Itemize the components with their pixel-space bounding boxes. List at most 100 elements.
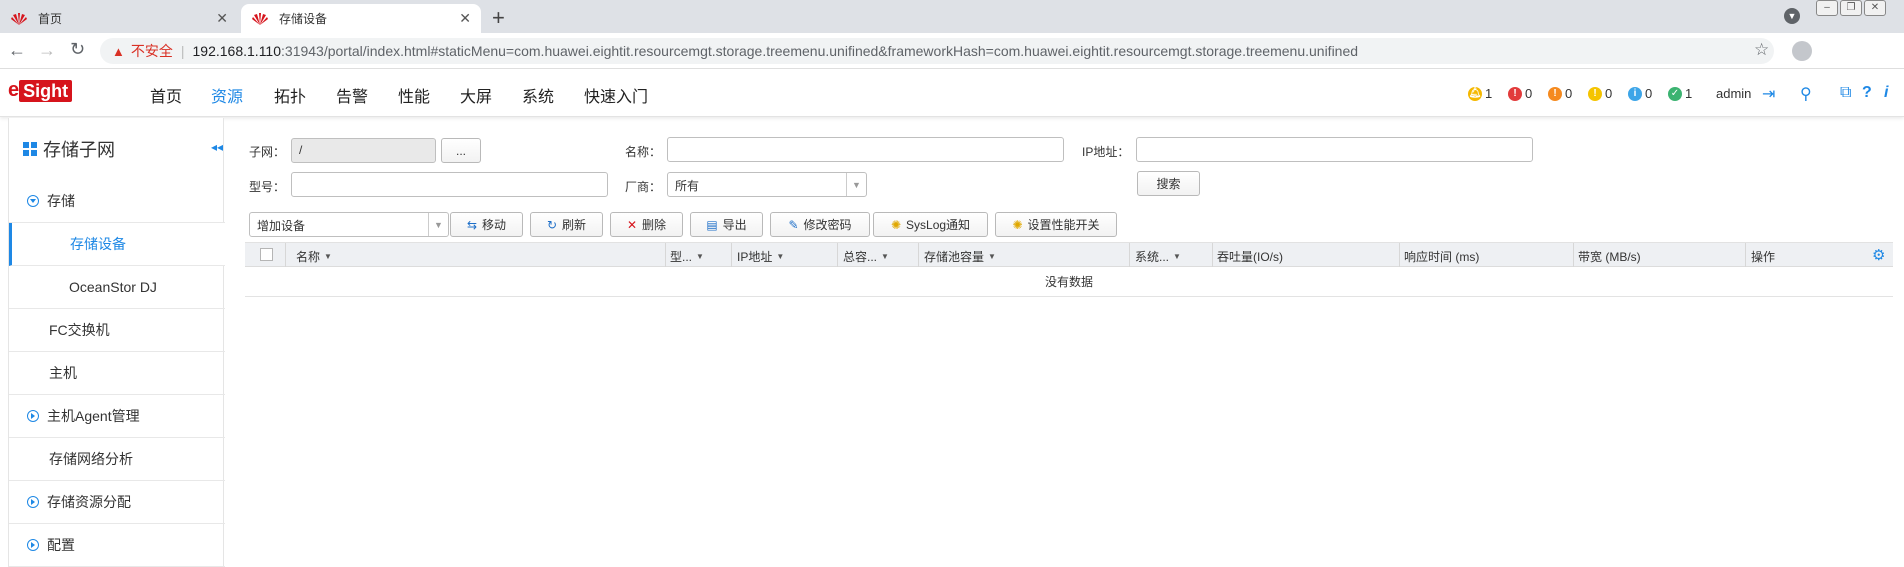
new-tab-button[interactable]: + [492,5,505,31]
refresh-button[interactable]: ↻ 刷新 [530,212,603,237]
alarm-critical[interactable]: ! 0 [1508,86,1532,101]
menu-alarm[interactable]: 告警 [336,83,368,107]
about-icon[interactable]: i [1884,84,1888,102]
sidebar-item-host[interactable]: 主机 [9,352,225,395]
model-input[interactable] [291,172,608,197]
change-password-button[interactable]: ✎ 修改密码 [770,212,870,237]
col-label: 带宽 (MB/s) [1578,250,1641,264]
sidebar-item-label: 存储 [47,193,75,209]
col-pool-capacity[interactable]: 存储池容量 ▼ [924,248,996,265]
ok-icon: ✓ [1668,86,1682,101]
sidebar-item-label: 主机 [49,365,77,381]
search-icon[interactable]: ⚲ [1800,84,1812,104]
move-icon: ⇆ [466,217,478,232]
huawei-logo-icon [11,12,27,25]
menu-performance[interactable]: 性能 [398,83,430,107]
search-button[interactable]: 搜索 [1137,171,1200,196]
alarm-ok[interactable]: ✓ 1 [1668,86,1692,101]
vendor-label: 厂商： [625,180,662,194]
warning-icon[interactable]: ▲ [112,44,125,59]
menu-bigscreen[interactable]: 大屏 [460,83,492,107]
syslog-button[interactable]: ✺ SysLog通知 [873,212,988,237]
close-tab-icon[interactable]: ✕ [216,10,228,27]
bell-icon: 🔔︎ [1468,86,1482,101]
sidebar-item-config[interactable]: 配置 [9,524,225,567]
profile-avatar-icon[interactable] [1792,41,1812,61]
logout-icon[interactable]: ⇥ [1762,84,1775,104]
sort-icon: ▼ [776,252,785,261]
user-name[interactable]: admin [1716,86,1751,101]
url-path: :31943/portal/index.html#staticMenu=com.… [281,43,1359,59]
sitemap-icon[interactable]: ⧉ [1840,84,1851,102]
move-button[interactable]: ⇆ 移动 [450,212,523,237]
back-icon[interactable]: ← [8,40,26,61]
reload-icon[interactable]: ↻ [70,39,85,60]
sidebar-item-label: 配置 [47,537,75,553]
sidebar-item-oceanstor-dj[interactable]: OceanStor DJ [9,266,225,309]
restore-button[interactable]: ❐ [1840,0,1862,16]
sidebar-item-network-analysis[interactable]: 存储网络分析 [9,438,225,481]
menu-resource[interactable]: 资源 [211,83,243,107]
select-all-checkbox[interactable] [260,248,273,261]
sort-icon: ▼ [1173,252,1181,261]
col-label: 操作 [1751,250,1776,264]
sidebar-item-fc-switch[interactable]: FC交换机 [9,309,225,352]
col-name[interactable]: 名称 ▼ [296,248,332,265]
help-icon[interactable]: ? [1862,84,1872,102]
device-table-header: 名称 ▼ 型... ▼ IP地址 ▼ 总容... ▼ 存储池容量 ▼ 系统... ▼ 吞吐量… [245,242,1893,267]
sort-icon: ▼ [324,252,332,261]
collapse-sidebar-icon[interactable]: ◂◂ [211,140,223,154]
collapsed-icon [27,539,39,551]
name-input[interactable] [667,137,1064,162]
ip-input[interactable] [1136,137,1533,162]
alarm-major[interactable]: ! 0 [1548,86,1572,101]
close-window-button[interactable]: ✕ [1864,0,1886,16]
column-settings-icon[interactable]: ⚙ [1872,246,1885,264]
collapsed-icon [27,410,39,422]
sidebar-item-host-agent[interactable]: 主机Agent管理 [9,395,225,438]
menu-quickstart[interactable]: 快速入门 [584,83,648,107]
sidebar-item-storage-device[interactable]: 存储设备 [9,223,225,266]
col-total-capacity[interactable]: 总容... ▼ [843,248,889,265]
add-device-select[interactable]: 增加设备 ▼ [249,212,449,237]
esight-logo[interactable]: e Sight [8,79,73,102]
minimize-button[interactable]: – [1816,0,1838,16]
menu-topology[interactable]: 拓扑 [274,83,306,107]
col-bandwidth[interactable]: 带宽 (MB/s) [1578,248,1641,265]
tab-search-icon[interactable]: ▼ [1784,8,1800,24]
browse-subnet-button[interactable]: ... [441,138,481,163]
browser-tab-home[interactable]: 首页 ✕ [0,4,238,33]
vendor-select[interactable]: 所有 ▼ [667,172,867,197]
address-bar[interactable]: ▲ 不安全 | 192.168.1.110:31943/portal/index… [100,38,1774,64]
alarm-bell[interactable]: 🔔︎ 1 [1468,86,1492,101]
name-label: 名称： [625,145,662,159]
perf-switch-button[interactable]: ✺ 设置性能开关 [995,212,1117,237]
export-button[interactable]: ▤ 导出 [690,212,763,237]
collapsed-icon [27,496,39,508]
col-throughput[interactable]: 吞吐量(IO/s) [1217,248,1283,265]
ip-label: IP地址： [1082,145,1130,159]
col-response-time[interactable]: 响应时间 (ms) [1404,248,1479,265]
forward-icon[interactable]: → [38,40,56,61]
sidebar-item-label: 主机Agent管理 [47,408,140,424]
browser-tab-storage[interactable]: 存储设备 ✕ [241,4,481,33]
alarm-minor[interactable]: ! 0 [1588,86,1612,101]
sidebar-item-resource-allocation[interactable]: 存储资源分配 [9,481,225,524]
sidebar-item-storage[interactable]: 存储 [9,180,225,223]
vendor-value: 所有 [675,179,700,193]
sidebar-item-label: 存储设备 [70,236,126,252]
alarm-count: 0 [1565,86,1573,101]
menu-home[interactable]: 首页 [150,83,182,107]
delete-button[interactable]: ✕ 删除 [610,212,683,237]
col-operation: 操作 [1751,248,1775,265]
menu-system[interactable]: 系统 [522,83,554,107]
alarm-info[interactable]: i0 [1628,86,1652,101]
security-label[interactable]: 不安全 [131,41,173,61]
col-ip[interactable]: IP地址 ▼ [737,248,784,265]
col-model[interactable]: 型... ▼ [670,248,704,265]
add-device-label: 增加设备 [257,219,306,233]
bulb-icon: ✺ [1012,217,1023,232]
close-tab-icon[interactable]: ✕ [459,10,471,27]
col-system[interactable]: 系统... ▼ [1135,248,1181,265]
bookmark-star-icon[interactable]: ☆ [1754,40,1769,60]
